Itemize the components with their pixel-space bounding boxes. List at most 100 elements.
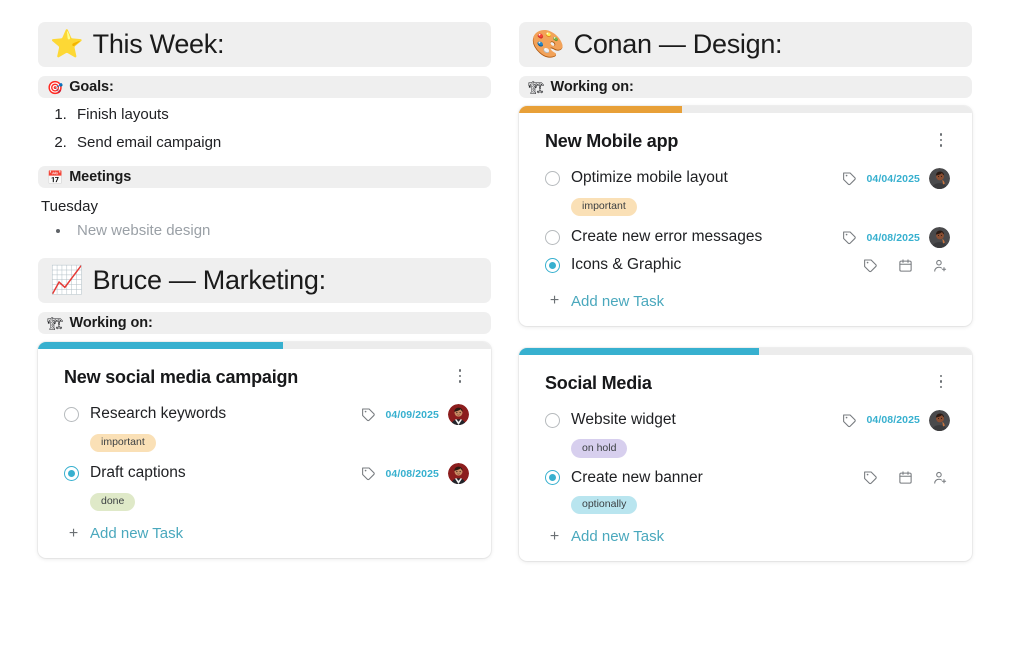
task-main: Draft captions 04/08/2025: [64, 463, 469, 485]
add-person-icon[interactable]: [932, 257, 948, 273]
status-badge[interactable]: done: [90, 492, 136, 512]
goals-title: Goals:: [69, 79, 114, 95]
task-main: Optimize mobile layout 04/04/2025: [545, 168, 950, 189]
meetings-title: Meetings: [69, 169, 132, 185]
task-row: Website widget 04/08/2025 on hold: [545, 409, 950, 458]
left-column: ⭐ This Week: 🎯 Goals: Finish layouts Sen…: [38, 22, 491, 663]
task-label[interactable]: Create new banner: [571, 469, 851, 488]
task-checkbox[interactable]: [64, 407, 79, 422]
add-new-task-label: Add new Task: [571, 528, 665, 546]
working-on-header-right: 🏗 Working on:: [519, 76, 972, 98]
status-badge[interactable]: important: [571, 197, 637, 217]
status-badge[interactable]: important: [90, 433, 156, 453]
conan-design-title: Conan — Design:: [573, 29, 783, 59]
task-label[interactable]: Research keywords: [90, 405, 349, 424]
card-header: Social Media: [545, 371, 950, 394]
avatar[interactable]: [929, 227, 950, 249]
tag-icon[interactable]: [360, 466, 376, 482]
task-checkbox[interactable]: [64, 466, 79, 482]
card-body: New Mobile app Optimize mobile layout 04/0…: [519, 113, 972, 326]
progress-bar-fill: [519, 106, 683, 113]
tag-icon[interactable]: [841, 412, 857, 428]
goals-header: 🎯 Goals:: [38, 76, 491, 98]
task-label[interactable]: Icons & Graphic: [571, 256, 851, 275]
board-page: ⭐ This Week: 🎯 Goals: Finish layouts Sen…: [0, 0, 1024, 663]
task-meta: 04/08/2025: [841, 227, 950, 249]
list-item: Send email campaign: [71, 134, 491, 152]
task-label[interactable]: Create new error messages: [571, 228, 830, 247]
kebab-menu-icon[interactable]: [932, 371, 950, 393]
task-meta: [862, 470, 950, 486]
task-due-date: 04/08/2025: [866, 231, 920, 244]
task-checkbox[interactable]: [545, 257, 560, 273]
plus-icon: +: [68, 524, 79, 542]
add-person-icon[interactable]: [932, 470, 948, 486]
add-new-task-label: Add new Task: [90, 525, 184, 543]
kebab-menu-icon[interactable]: [932, 129, 950, 151]
add-new-task-button[interactable]: + Add new Task: [545, 293, 950, 310]
meeting-day-label: Tuesday: [41, 198, 98, 215]
task-tag-row: important: [64, 432, 469, 453]
tag-icon[interactable]: [862, 470, 878, 486]
bruce-marketing-header: 📈 Bruce — Marketing:: [38, 258, 491, 303]
task-meta: 04/09/2025: [360, 404, 469, 425]
task-tag-row: optionally: [545, 494, 950, 515]
task-row: Create new error messages 04/08/2025: [545, 227, 950, 252]
meetings-header: 📅 Meetings: [38, 166, 491, 188]
calendar-icon[interactable]: [897, 257, 913, 273]
task-main: Icons & Graphic: [545, 256, 950, 275]
project-card: New social media campaign Research keywor…: [38, 342, 491, 559]
conan-design-header: 🎨 Conan — Design:: [519, 22, 972, 67]
right-card-stack: New Mobile app Optimize mobile layout 04/0…: [519, 106, 972, 562]
avatar[interactable]: [448, 463, 469, 485]
list-item: New website design: [71, 222, 491, 240]
status-badge[interactable]: on hold: [571, 439, 628, 458]
tag-icon[interactable]: [862, 257, 878, 273]
calendar-icon[interactable]: [897, 470, 913, 486]
task-checkbox[interactable]: [545, 230, 560, 246]
add-new-task-button[interactable]: + Add new Task: [64, 525, 469, 542]
tag-icon[interactable]: [841, 171, 857, 187]
task-label[interactable]: Website widget: [571, 411, 830, 430]
task-checkbox[interactable]: [545, 470, 560, 486]
tag-icon[interactable]: [841, 230, 857, 246]
card-title: New Mobile app: [545, 131, 679, 151]
status-badge[interactable]: optionally: [571, 495, 638, 515]
task-tag-row: done: [64, 491, 469, 512]
avatar[interactable]: [929, 168, 950, 189]
task-checkbox[interactable]: [545, 412, 560, 428]
card-body: New social media campaign Research keywor…: [38, 349, 491, 558]
progress-bar: [38, 342, 491, 349]
task-due-date: 04/08/2025: [866, 414, 920, 427]
project-card: New Mobile app Optimize mobile layout 04/0…: [519, 106, 972, 326]
card-header: New Mobile app: [545, 129, 950, 152]
this-week-title: This Week:: [92, 29, 225, 59]
task-checkbox[interactable]: [545, 171, 560, 186]
progress-bar-fill: [38, 342, 283, 349]
task-due-date: 04/08/2025: [385, 467, 439, 480]
avatar[interactable]: [448, 404, 469, 425]
tag-icon[interactable]: [360, 407, 376, 423]
list-item: Finish layouts: [71, 106, 491, 124]
avatar[interactable]: [929, 409, 950, 431]
progress-bar: [519, 106, 972, 113]
task-label[interactable]: Optimize mobile layout: [571, 169, 830, 188]
plus-icon: +: [549, 527, 560, 545]
add-new-task-button[interactable]: + Add new Task: [545, 528, 950, 545]
task-label[interactable]: Draft captions: [90, 464, 349, 483]
task-main: Create new banner: [545, 469, 950, 488]
kebab-menu-icon[interactable]: [451, 365, 469, 387]
task-meta: 04/08/2025: [360, 463, 469, 485]
task-row: Icons & Graphic: [545, 256, 950, 279]
construction-icon: 🏗: [47, 315, 64, 331]
progress-bar-fill: [519, 347, 760, 355]
card-title: Social Media: [545, 372, 652, 393]
star-icon: ⭐: [50, 29, 84, 59]
meetings-list: New website design: [38, 222, 491, 240]
task-row: Draft captions 04/08/2025 done: [64, 463, 469, 512]
task-tag-row: important: [545, 196, 950, 217]
project-card: Social Media Website widget 04/08/2025 on h…: [519, 347, 972, 562]
task-main: Website widget 04/08/2025: [545, 409, 950, 431]
